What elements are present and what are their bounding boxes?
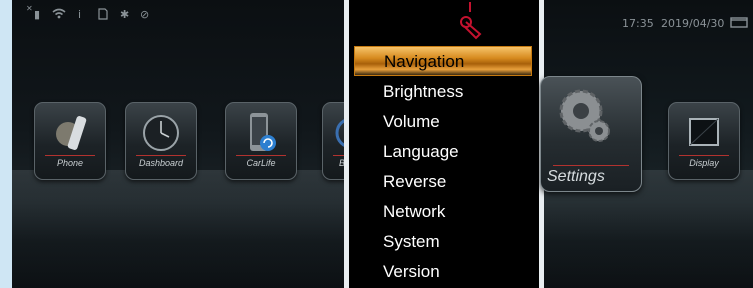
menu-item-language[interactable]: Language [383,142,459,162]
app-accent-line [553,165,629,166]
screen: ✕ ▮ ⅰ ✱ ⊘ Phone Dashboard CarLife B Navi… [12,0,753,288]
menu-item-version[interactable]: Version [383,262,440,282]
app-dashboard[interactable]: Dashboard [125,102,197,180]
app-display[interactable]: Display [668,102,740,180]
mute-icon: ⊘ [140,8,150,21]
app-phone[interactable]: Phone [34,102,106,180]
usb-icon: ⅰ [78,8,82,21]
app-accent-line [45,155,95,156]
phone-icon [35,111,105,155]
app-accent-line [679,155,729,156]
bluetooth-icon: ✱ [120,8,130,21]
menu-item-volume[interactable]: Volume [383,112,440,132]
menu-item-brightness[interactable]: Brightness [383,82,463,102]
menu-item-reverse[interactable]: Reverse [383,172,446,192]
gear-icon [555,85,611,149]
status-time: 17:35 [622,17,654,30]
signal-bars-icon: ▮ [34,8,41,21]
settings-menu: Navigation Brightness Volume Language Re… [349,0,539,288]
app-phone-label: Phone [56,158,84,168]
clock-icon [126,111,196,155]
carlife-icon [226,111,296,155]
app-accent-line [136,155,186,156]
app-settings-label: Settings [547,168,605,185]
left-home-pane: ✕ ▮ ⅰ ✱ ⊘ Phone Dashboard CarLife B [12,0,394,288]
menu-item-navigation[interactable]: Navigation [354,46,532,76]
floor-reflection [12,170,344,288]
menu-item-network[interactable]: Network [383,202,445,222]
window-icon [730,16,748,31]
wifi-icon [52,8,66,22]
app-carlife[interactable]: CarLife [225,102,297,180]
right-home-pane: 17:35 2019/04/30 Settings Display [540,0,753,288]
app-accent-line [236,155,286,156]
app-dashboard-label: Dashboard [138,158,184,168]
sd-card-icon [98,8,108,23]
app-carlife-label: CarLife [246,158,276,168]
status-date: 2019/04/30 [661,17,725,30]
monitor-icon [669,111,739,155]
app-settings[interactable]: Settings [540,76,642,192]
tap-pointer-icon [460,2,482,40]
app-display-label: Display [689,158,719,168]
menu-item-system[interactable]: System [383,232,440,252]
signal-off-icon: ✕ [26,4,33,13]
